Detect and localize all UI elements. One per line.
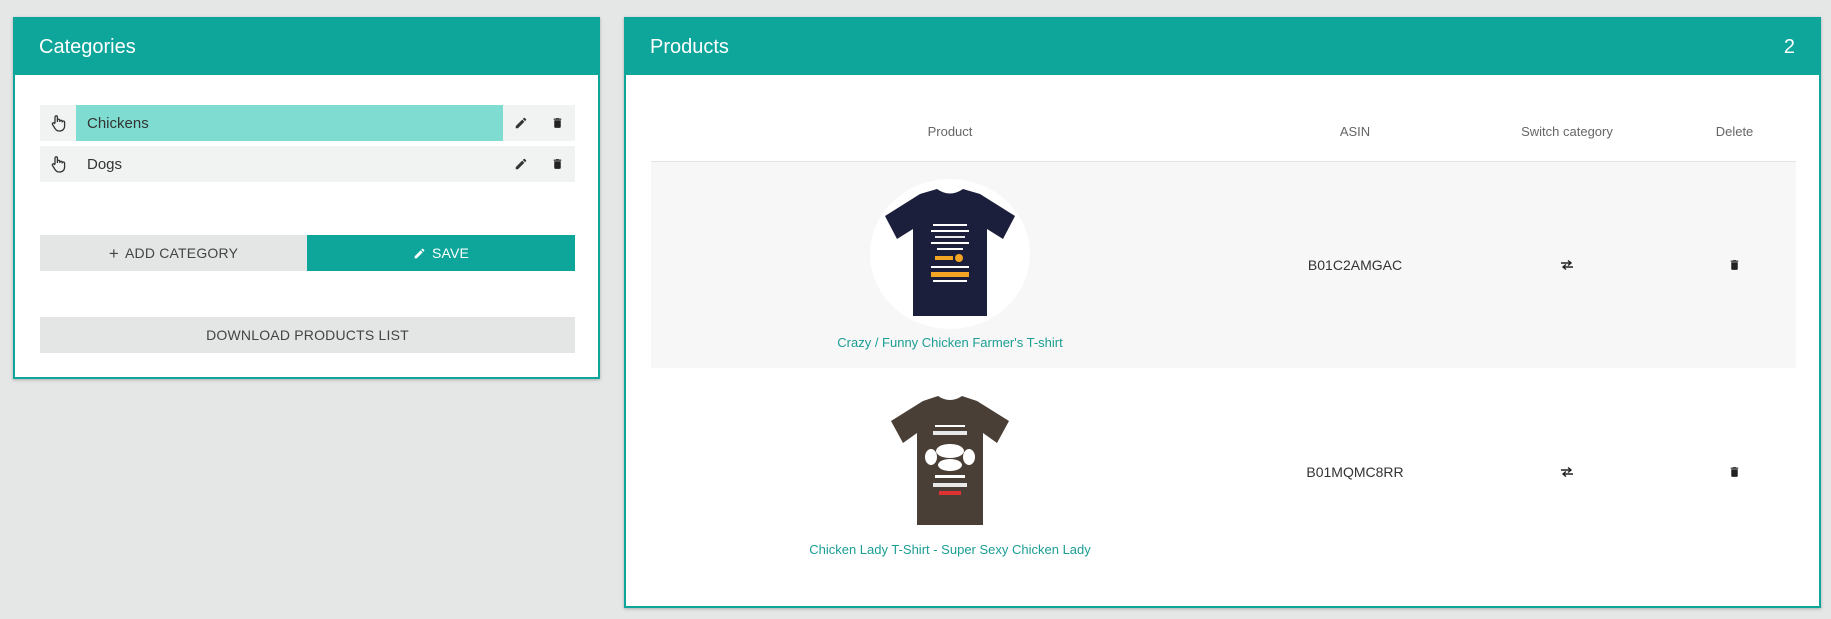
column-header-delete: Delete xyxy=(1673,103,1796,162)
add-category-button[interactable]: + ADD CATEGORY xyxy=(40,235,307,271)
switch-category-cell xyxy=(1461,161,1673,368)
column-header-asin: ASIN xyxy=(1249,103,1461,162)
table-row: Chicken Lady T-Shirt - Super Sexy Chicke… xyxy=(651,368,1796,575)
save-button[interactable]: SAVE xyxy=(307,235,575,271)
table-row: Crazy / Funny Chicken Farmer's T-shirt B… xyxy=(651,161,1796,368)
category-row-dogs[interactable]: Dogs xyxy=(40,146,575,182)
download-products-button[interactable]: DOWNLOAD PRODUCTS LIST xyxy=(40,317,575,353)
edit-pencil-icon[interactable] xyxy=(503,105,539,141)
trash-icon[interactable] xyxy=(1723,253,1747,277)
category-label[interactable]: Dogs xyxy=(76,146,503,182)
swap-arrows-icon[interactable] xyxy=(1555,460,1579,484)
products-panel: Products 2 Product ASIN Switch category … xyxy=(624,17,1821,608)
product-image[interactable] xyxy=(870,386,1030,536)
table-header-row: Product ASIN Switch category Delete xyxy=(651,103,1796,162)
category-label[interactable]: Chickens xyxy=(76,105,503,141)
trash-icon[interactable] xyxy=(1723,460,1747,484)
column-header-product: Product xyxy=(651,103,1249,162)
products-header: Products 2 xyxy=(626,19,1819,75)
products-count: 2 xyxy=(1783,35,1795,58)
trash-icon[interactable] xyxy=(539,146,575,182)
add-category-label: ADD CATEGORY xyxy=(125,245,239,261)
product-link[interactable]: Crazy / Funny Chicken Farmer's T-shirt xyxy=(837,335,1062,350)
category-row-chickens[interactable]: Chickens xyxy=(40,105,575,141)
plus-icon: + xyxy=(108,243,119,263)
asin-cell: B01MQMC8RR xyxy=(1306,463,1404,480)
category-list: Chickens Dogs xyxy=(40,105,575,187)
switch-category-cell xyxy=(1461,368,1673,575)
products-title: Products xyxy=(650,35,729,58)
product-cell: Crazy / Funny Chicken Farmer's T-shirt xyxy=(651,161,1249,368)
delete-cell xyxy=(1673,161,1796,368)
swap-arrows-icon[interactable] xyxy=(1555,253,1579,277)
categories-panel: Categories Chickens Dogs + ADD CATEGORY … xyxy=(13,17,600,379)
column-header-switch-category: Switch category xyxy=(1461,103,1673,162)
product-image[interactable] xyxy=(870,179,1030,330)
pencil-icon xyxy=(414,248,425,258)
download-label: DOWNLOAD PRODUCTS LIST xyxy=(206,327,409,343)
asin-cell: B01C2AMGAC xyxy=(1307,256,1403,273)
categories-header: Categories xyxy=(15,19,598,75)
trash-icon[interactable] xyxy=(539,105,575,141)
edit-pencil-icon[interactable] xyxy=(503,146,539,182)
delete-cell xyxy=(1673,368,1796,575)
products-table: Product ASIN Switch category Delete Craz… xyxy=(651,103,1796,575)
save-label: SAVE xyxy=(431,245,470,261)
category-actions: + ADD CATEGORY SAVE xyxy=(40,235,575,271)
drag-handle-icon[interactable] xyxy=(40,146,76,182)
drag-handle-icon[interactable] xyxy=(40,105,76,141)
product-link[interactable]: Chicken Lady T-Shirt - Super Sexy Chicke… xyxy=(809,542,1091,557)
product-cell: Chicken Lady T-Shirt - Super Sexy Chicke… xyxy=(651,368,1249,575)
categories-title: Categories xyxy=(39,35,136,58)
